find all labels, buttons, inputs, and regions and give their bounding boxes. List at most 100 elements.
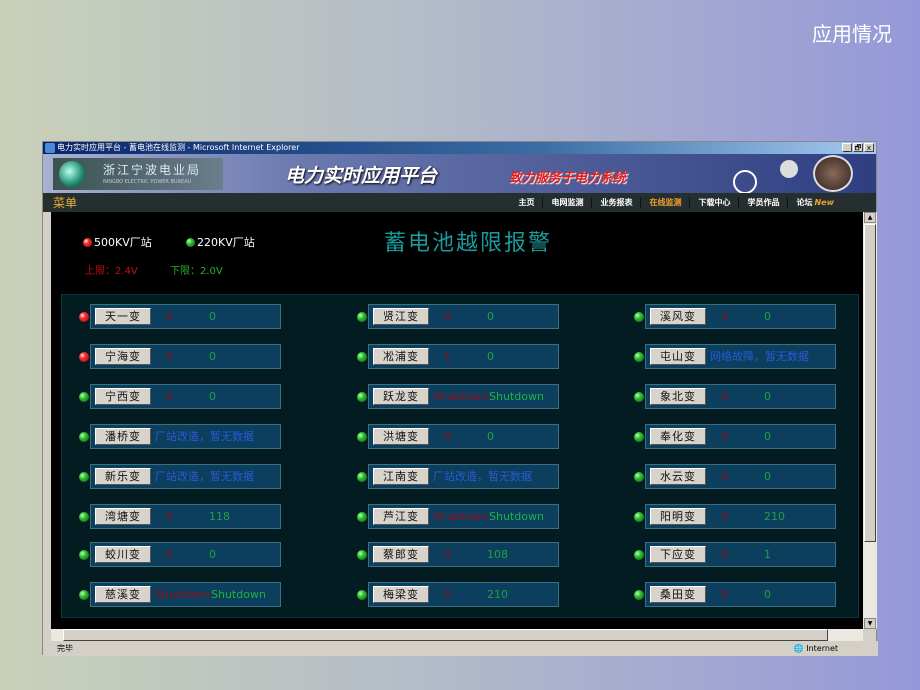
red-led-icon bbox=[79, 352, 89, 362]
nav-grid-monitor[interactable]: 电网监测 bbox=[543, 197, 593, 208]
scroll-down-arrow-icon[interactable]: ▼ bbox=[864, 618, 876, 629]
station-button[interactable]: 梅梁变 bbox=[373, 586, 429, 603]
horizontal-scrollbar[interactable] bbox=[51, 629, 863, 641]
scroll-up-arrow-icon[interactable]: ▲ bbox=[864, 212, 876, 223]
station-button[interactable]: 蔡郎变 bbox=[373, 546, 429, 563]
station-button[interactable]: 贤江变 bbox=[373, 308, 429, 325]
green-led-icon bbox=[634, 472, 644, 482]
station-box: 江南变 厂站改造，暂无数据 bbox=[368, 464, 559, 489]
green-led-icon bbox=[357, 432, 367, 442]
station-box: 天一变 0 0 bbox=[90, 304, 281, 329]
menu-label[interactable]: 菜单 bbox=[53, 194, 77, 211]
station-button[interactable]: 新乐变 bbox=[95, 468, 151, 485]
station-value-1: 0 bbox=[444, 430, 451, 443]
new-badge: New bbox=[814, 198, 834, 207]
nav-online-monitor[interactable]: 在线监测 bbox=[641, 197, 691, 208]
station-button[interactable]: 宁西变 bbox=[95, 388, 151, 405]
station-box: 贤江变 0 0 bbox=[368, 304, 559, 329]
station-button[interactable]: 宁海变 bbox=[95, 348, 151, 365]
station-value-2: 0 bbox=[764, 588, 771, 601]
station-value-2: 210 bbox=[764, 510, 785, 523]
status-text: 完毕 bbox=[57, 644, 73, 653]
green-led-icon bbox=[634, 352, 644, 362]
circle-decoration-icon bbox=[780, 160, 798, 178]
window-title: 电力实时应用平台 - 蓄电池在线监测 - Microsoft Internet … bbox=[57, 143, 300, 152]
vertical-scroll-thumb[interactable] bbox=[864, 224, 876, 542]
station-box: 芦江变 Shutdown Shutdown bbox=[368, 504, 559, 529]
green-led-icon bbox=[357, 590, 367, 600]
nav-forum-label: 论坛 bbox=[796, 198, 813, 207]
station-value-1: 1 bbox=[444, 350, 451, 363]
station-button[interactable]: 溪风变 bbox=[650, 308, 706, 325]
station-value-2: 0 bbox=[209, 350, 216, 363]
station-value-2: 0 bbox=[764, 390, 771, 403]
station-button[interactable]: 天一变 bbox=[95, 308, 151, 325]
station-value-2: 118 bbox=[209, 510, 230, 523]
station-button[interactable]: 江南变 bbox=[373, 468, 429, 485]
station-button[interactable]: 阳明变 bbox=[650, 508, 706, 525]
station-box: 水云变 0 0 bbox=[645, 464, 836, 489]
nav-downloads[interactable]: 下载中心 bbox=[690, 197, 740, 208]
green-led-icon bbox=[357, 512, 367, 522]
station-box: 宁西变 0 0 bbox=[90, 384, 281, 409]
logo[interactable]: 浙江宁波电业局 NINGBO ELECTRIC POWER BUREAU bbox=[53, 158, 223, 190]
horizontal-scroll-thumb[interactable] bbox=[63, 629, 828, 641]
station-box: 潘桥变 厂站改造，暂无数据 bbox=[90, 424, 281, 449]
station-button[interactable]: 象北变 bbox=[650, 388, 706, 405]
station-box: 洪塘变 0 0 bbox=[368, 424, 559, 449]
station-button[interactable]: 水云变 bbox=[650, 468, 706, 485]
vertical-scrollbar[interactable]: ▲ ▼ bbox=[863, 212, 877, 629]
station-button[interactable]: 奉化变 bbox=[650, 428, 706, 445]
banner-photo bbox=[813, 155, 853, 192]
nav-reports[interactable]: 业务报表 bbox=[592, 197, 642, 208]
green-led-icon bbox=[634, 432, 644, 442]
title-bar: 电力实时应用平台 - 蓄电池在线监测 - Microsoft Internet … bbox=[43, 142, 876, 154]
station-box: 蛟川变 0 0 bbox=[90, 542, 281, 567]
station-button[interactable]: 跃龙变 bbox=[373, 388, 429, 405]
station-value-1: 0 bbox=[166, 350, 173, 363]
station-status-1: Shutdown bbox=[433, 390, 488, 403]
status-bar: 完毕 🌐 Internet bbox=[43, 641, 878, 656]
station-button[interactable]: 桑田变 bbox=[650, 586, 706, 603]
station-button[interactable]: 下应变 bbox=[650, 546, 706, 563]
menu-bar: 菜单 主页 电网监测 业务报表 在线监测 下载中心 学员作品 论坛 New bbox=[43, 193, 876, 212]
station-button[interactable]: 慈溪变 bbox=[95, 586, 151, 603]
maximize-button[interactable]: 🗗 bbox=[853, 143, 863, 152]
globe-logo-icon bbox=[59, 161, 85, 187]
station-button[interactable]: 洪塘变 bbox=[373, 428, 429, 445]
station-box: 溪风变 3 0 bbox=[645, 304, 836, 329]
nav-student-works[interactable]: 学员作品 bbox=[739, 197, 789, 208]
station-button[interactable]: 潘桥变 bbox=[95, 428, 151, 445]
station-message: 厂站改造，暂无数据 bbox=[155, 470, 254, 483]
station-value-2: 210 bbox=[487, 588, 508, 601]
org-en: NINGBO ELECTRIC POWER BUREAU bbox=[103, 179, 192, 185]
station-value-1: 0 bbox=[721, 548, 728, 561]
minimize-button[interactable]: _ bbox=[842, 143, 852, 152]
station-status-2: Shutdown bbox=[211, 588, 266, 601]
station-button[interactable]: 凇浦变 bbox=[373, 348, 429, 365]
station-value-2: 0 bbox=[764, 430, 771, 443]
page-content: 500KV厂站 220KV厂站 上限：2.4V 下限：2.0V 蓄电池越限报警 … bbox=[51, 212, 863, 629]
slide-title: 应用情况 bbox=[812, 22, 892, 46]
slogan: 致力服务于电力系统 bbox=[509, 171, 627, 186]
nav-home[interactable]: 主页 bbox=[510, 197, 544, 208]
nav-forum[interactable]: 论坛 New bbox=[788, 197, 842, 208]
org-name: 浙江宁波电业局 bbox=[103, 163, 202, 177]
station-status-2: Shutdown bbox=[489, 510, 544, 523]
ring-decoration-icon bbox=[733, 170, 757, 194]
station-value-1: 0 bbox=[721, 510, 728, 523]
station-button[interactable]: 屯山变 bbox=[650, 348, 706, 365]
station-message: 厂站改造，暂无数据 bbox=[155, 430, 254, 443]
legend-220kv: 220KV厂站 bbox=[186, 234, 255, 250]
station-button[interactable]: 芦江变 bbox=[373, 508, 429, 525]
zone-indicator: 🌐 Internet bbox=[793, 644, 838, 653]
station-button[interactable]: 蛟川变 bbox=[95, 546, 151, 563]
station-box: 象北变 0 0 bbox=[645, 384, 836, 409]
green-led-icon bbox=[79, 550, 89, 560]
station-button[interactable]: 湾塘变 bbox=[95, 508, 151, 525]
station-box: 屯山变 网络故障，暂无数据 bbox=[645, 344, 836, 369]
station-value-1: 0 bbox=[721, 588, 728, 601]
station-value-1: 0 bbox=[166, 390, 173, 403]
close-button[interactable]: x bbox=[864, 143, 874, 152]
station-value-1: 0 bbox=[721, 430, 728, 443]
